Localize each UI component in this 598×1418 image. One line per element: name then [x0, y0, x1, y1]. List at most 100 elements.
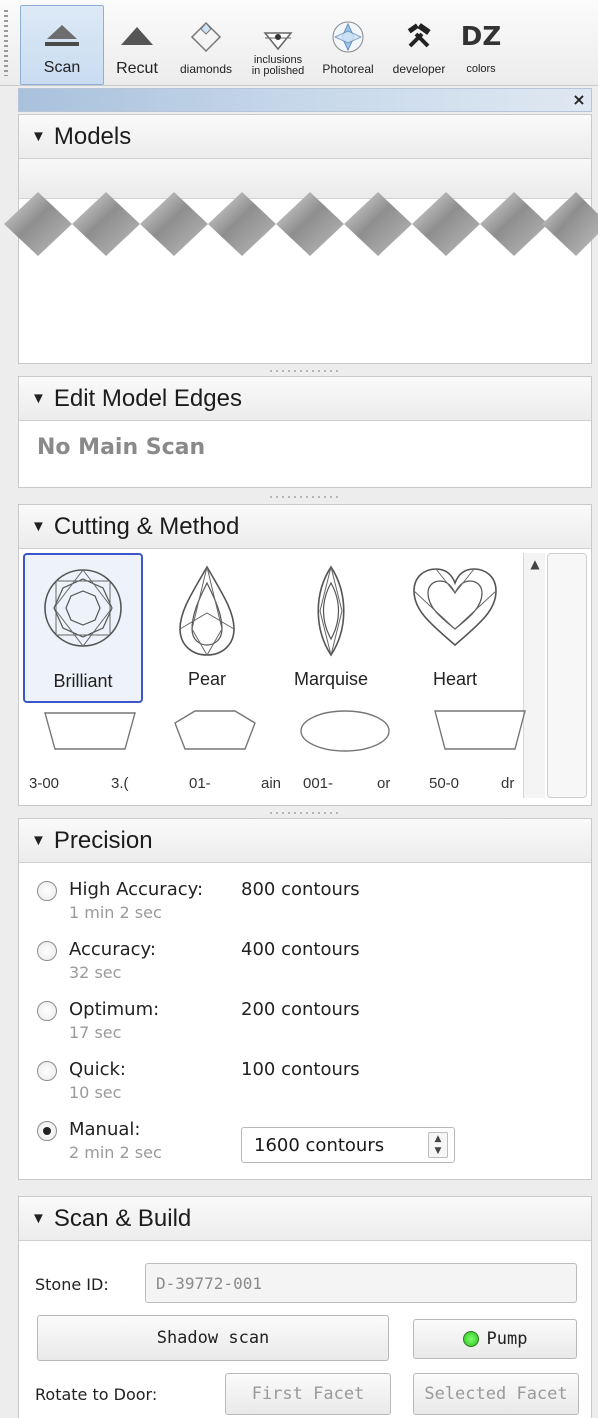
row2-label-7: 50-0 [429, 775, 460, 792]
precision-panel: ▼ Precision High Accuracy: 1 min 2 sec 80… [18, 818, 592, 1180]
shape-side-pane [547, 553, 587, 798]
collapse-triangle-icon: ▼ [31, 390, 46, 407]
shape-brilliant-label: Brilliant [53, 671, 113, 691]
option-name: Optimum: [69, 999, 160, 1020]
stone-id-field[interactable]: D-39772-001 [145, 1263, 577, 1303]
first-facet-label: First Facet [251, 1384, 365, 1404]
edit-edges-panel: ▼ Edit Model Edges No Main Scan [18, 376, 592, 488]
precision-option-high-accuracy[interactable]: High Accuracy: 1 min 2 sec 800 contours [37, 879, 591, 939]
option-time: 10 sec [69, 1083, 122, 1102]
collapse-triangle-icon: ▼ [31, 1210, 46, 1227]
models-header[interactable]: ▼ Models [19, 115, 591, 159]
tool-recut-button[interactable]: Recut [104, 0, 170, 85]
shape-marquise-label: Marquise [293, 669, 369, 689]
cutting-panel: ▼ Cutting & Method Brilliant Pear Marqui… [18, 504, 592, 806]
option-contours: 100 contours [241, 1059, 360, 1080]
precision-title: Precision [53, 826, 153, 854]
tool-scan-label: Scan [43, 59, 81, 76]
first-facet-button[interactable]: First Facet [225, 1373, 391, 1415]
selected-facet-button[interactable]: Selected Facet [413, 1373, 579, 1415]
tools-icon [397, 17, 441, 57]
precision-option-manual[interactable]: Manual: 2 min 2 sec 1600 contours ▲ ▼ [37, 1119, 591, 1179]
shape-brilliant[interactable]: Brilliant [23, 553, 143, 703]
tool-inclusions-button[interactable]: inclusions in polished [242, 0, 314, 85]
shape-heart-label: Heart [432, 669, 477, 689]
row2-label-8: dr [501, 775, 515, 792]
pump-led-icon [462, 1331, 479, 1347]
option-name: Quick: [69, 1059, 126, 1080]
edit-edges-header[interactable]: ▼ Edit Model Edges [19, 377, 591, 421]
cutting-header[interactable]: ▼ Cutting & Method [19, 505, 591, 549]
inclusions-icon [256, 27, 300, 53]
tool-diamonds-label: diamonds [179, 62, 233, 76]
row2-shape-icons [44, 710, 526, 752]
scan-build-header[interactable]: ▼ Scan & Build [19, 1197, 591, 1241]
shadow-scan-button[interactable]: Shadow scan [37, 1315, 389, 1361]
loading-diamond-overlay [4, 192, 598, 256]
precision-option-accuracy[interactable]: Accuracy: 32 sec 400 contours [37, 939, 591, 999]
shape-gallery: Brilliant Pear Marquise Heart ▲ 3-00 3.(… [19, 549, 591, 805]
edges-splitter[interactable] [18, 490, 592, 504]
precision-header[interactable]: ▼ Precision [19, 819, 591, 863]
option-time: 2 min 2 sec [69, 1143, 162, 1162]
precision-option-quick[interactable]: Quick: 10 sec 100 contours [37, 1059, 591, 1119]
scan-panel-window: Scan Recut diamonds inclusions in polish… [0, 0, 598, 1418]
tool-developer-button[interactable]: developer [382, 0, 456, 85]
row2-label-5: 001- [303, 775, 334, 792]
shape-pear[interactable]: Pear [147, 553, 267, 703]
radio-optimum[interactable] [37, 1001, 57, 1021]
row2-label-6: or [377, 775, 391, 792]
pump-label: Pump [486, 1329, 528, 1349]
radio-accuracy[interactable] [37, 941, 57, 961]
marquise-shape-icon [317, 565, 345, 657]
tool-photoreal-label: Photoreal [322, 62, 374, 76]
main-toolbar: Scan Recut diamonds inclusions in polish… [0, 0, 598, 86]
tool-photoreal-button[interactable]: Photoreal [314, 0, 382, 85]
scan-icon [40, 16, 84, 56]
collapse-triangle-icon: ▼ [31, 518, 46, 535]
shape-heart[interactable]: Heart [395, 553, 515, 703]
photoreal-icon [326, 17, 370, 57]
manual-contours-value: 1600 contours [254, 1135, 385, 1156]
row2-label-3: 01- [189, 775, 211, 792]
row2-label-4: ain [261, 775, 282, 792]
heart-shape-icon [413, 568, 497, 647]
rotate-to-door-label: Rotate to Door: [35, 1385, 158, 1404]
models-title: Models [53, 122, 132, 150]
tool-scan-button[interactable]: Scan [20, 5, 104, 85]
option-name: High Accuracy: [69, 879, 204, 900]
pump-button[interactable]: Pump [413, 1319, 577, 1359]
cutting-title: Cutting & Method [53, 512, 240, 540]
scan-build-title: Scan & Build [53, 1204, 192, 1232]
spin-arrows-icon[interactable]: ▲ ▼ [428, 1132, 448, 1158]
shape-pear-label: Pear [187, 669, 227, 689]
brilliant-shape-icon [44, 569, 122, 647]
option-contours: 200 contours [241, 999, 360, 1020]
stone-id-label: Stone ID: [35, 1275, 109, 1294]
shadow-scan-label: Shadow scan [156, 1328, 270, 1348]
panel-title-bar[interactable]: × [18, 88, 592, 112]
selected-facet-label: Selected Facet [424, 1384, 568, 1404]
scroll-up-icon[interactable]: ▲ [524, 553, 546, 575]
option-contours: 400 contours [241, 939, 360, 960]
row2-label-2: 3.( [111, 775, 129, 792]
shape-marquise[interactable]: Marquise [271, 553, 391, 703]
row2-label-1: 3-00 [29, 775, 60, 792]
no-main-scan-text: No Main Scan [37, 435, 206, 460]
tool-diamonds-button[interactable]: diamonds [170, 0, 242, 85]
tool-colors-button[interactable]: DZ colors [456, 0, 506, 85]
manual-contours-spinbox[interactable]: 1600 contours ▲ ▼ [241, 1127, 455, 1163]
radio-manual[interactable] [37, 1121, 57, 1141]
option-contours: 800 contours [241, 879, 360, 900]
option-time: 32 sec [69, 963, 122, 982]
precision-options: High Accuracy: 1 min 2 sec 800 contours … [19, 863, 591, 1179]
dz-logo-icon: DZ [460, 22, 502, 52]
close-icon[interactable]: × [569, 89, 589, 111]
pear-shape-icon [179, 565, 235, 657]
radio-high-accuracy[interactable] [37, 881, 57, 901]
radio-quick[interactable] [37, 1061, 57, 1081]
toolbar-grip[interactable] [4, 10, 8, 76]
option-name: Manual: [69, 1119, 141, 1140]
precision-option-optimum[interactable]: Optimum: 17 sec 200 contours [37, 999, 591, 1059]
recut-icon [115, 17, 159, 57]
